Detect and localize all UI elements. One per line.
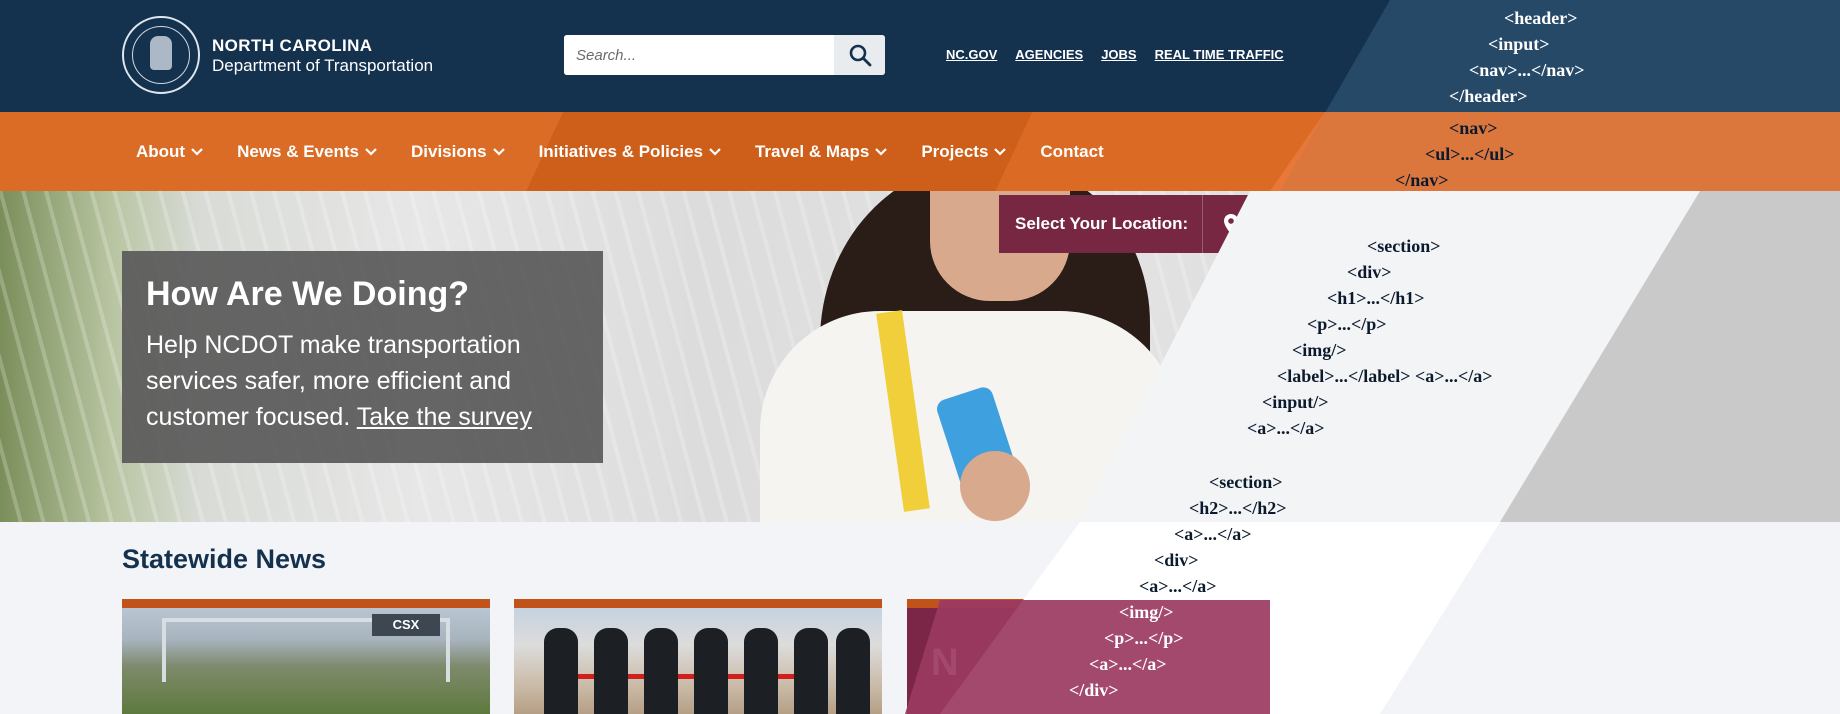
code-tag: <section> [1209, 472, 1283, 492]
code-tag: <a>...</a> [1089, 654, 1167, 674]
code-tag: <header> [1504, 8, 1578, 28]
code-tag: <ul>...</ul> [1425, 144, 1515, 164]
code-tag: </header> [1449, 86, 1528, 106]
code-tag: <nav>...</nav> [1469, 60, 1585, 80]
code-tag: <section> [1367, 236, 1441, 256]
code-tag: <h1>...</h1> [1327, 288, 1425, 308]
code-tag: <input/> [1262, 392, 1329, 412]
code-tag: <img/> [1292, 340, 1347, 360]
code-tag: <div> [1154, 550, 1199, 570]
code-tag: <label>...</label> <a>...</a> [1277, 366, 1493, 386]
code-tag: <img/> [1119, 602, 1174, 622]
code-tag: <input> [1488, 34, 1550, 54]
code-tag: <h2>...</h2> [1189, 498, 1287, 518]
code-tag: </div> [1069, 680, 1119, 700]
code-tag: <a>...</a> [1247, 418, 1325, 438]
code-tag: <p>...</p> [1104, 628, 1184, 648]
code-tag: <a>...</a> [1174, 524, 1252, 544]
html-tag-annotations: <header> <input> <nav>...</nav> </header… [0, 0, 1840, 714]
code-tag: <a>...</a> [1139, 576, 1217, 596]
code-tag: <div> [1347, 262, 1392, 282]
code-tag: <nav> [1449, 118, 1498, 138]
code-tag: <p>...</p> [1307, 314, 1387, 334]
code-tag: </nav> [1395, 170, 1449, 190]
